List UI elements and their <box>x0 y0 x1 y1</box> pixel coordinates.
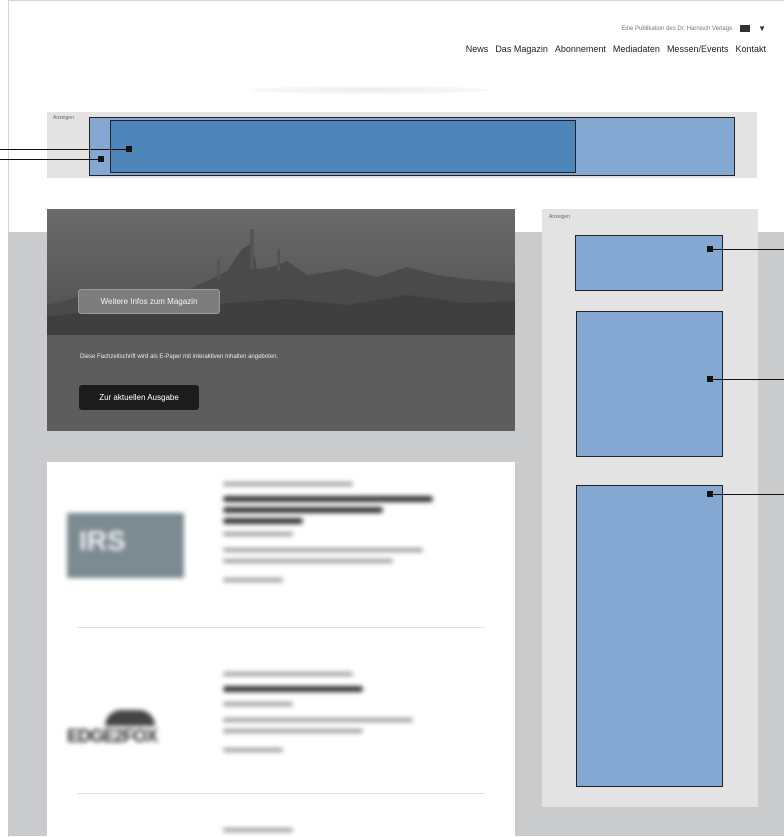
nav-item-messen-events[interactable]: Messen/Events <box>667 44 729 54</box>
nav-item-magazin[interactable]: Das Magazin <box>495 44 548 54</box>
article-thumbnail[interactable]: EDGE2FOX <box>67 702 199 752</box>
header-shadow <box>250 86 490 94</box>
ad-slot-inner[interactable] <box>110 120 576 173</box>
leader-line <box>710 379 784 380</box>
article-list: IRS EDGE2FOX <box>47 462 515 836</box>
article-text <box>223 828 293 832</box>
publisher-bar: Eine Publikation des Dr. Harnisch Verlag… <box>621 24 766 33</box>
publisher-note: Eine Publikation des Dr. Harnisch Verlag… <box>621 25 733 32</box>
flag-icon[interactable] <box>740 25 751 32</box>
divider <box>77 793 485 794</box>
leader-line <box>0 149 128 150</box>
magazine-hero: Weitere Infos zum Magazin Diese Fachzeit… <box>47 209 515 431</box>
article-thumbnail[interactable]: IRS <box>67 513 184 578</box>
sidebar-ad-area: Anzeigen <box>542 209 758 807</box>
leader-line <box>0 159 100 160</box>
chevron-down-icon[interactable]: ▼ <box>758 24 766 33</box>
ad-marker <box>126 146 132 152</box>
ad-label: Anzeigen <box>549 214 570 220</box>
leader-line <box>710 249 784 250</box>
main-nav: News Das Magazin Abonnement Mediadaten M… <box>466 44 766 54</box>
leader-line <box>710 494 784 495</box>
current-issue-button[interactable]: Zur aktuellen Ausgabe <box>79 385 199 410</box>
nav-item-mediadaten[interactable]: Mediadaten <box>613 44 660 54</box>
city-skyline-image <box>47 229 515 335</box>
hero-description: Diese Fachzeitschrift wird als E-Paper m… <box>80 354 279 360</box>
hero-image: Weitere Infos zum Magazin <box>47 209 515 335</box>
ad-slot-small[interactable] <box>575 235 723 291</box>
ad-slot-medium[interactable] <box>576 311 723 457</box>
nav-item-news[interactable]: News <box>466 44 489 54</box>
nav-item-abonnement[interactable]: Abonnement <box>555 44 606 54</box>
divider <box>77 627 485 628</box>
ad-slot-wide[interactable] <box>89 117 735 176</box>
ad-label: Anzeigen <box>53 115 74 121</box>
hero-info-panel <box>47 335 515 431</box>
top-ad-area: Anzeigen <box>47 112 757 178</box>
nav-item-kontakt[interactable]: Kontakt <box>735 44 766 54</box>
ad-slot-skyscraper[interactable] <box>576 485 723 787</box>
ad-marker <box>98 156 104 162</box>
more-info-button[interactable]: Weitere Infos zum Magazin <box>78 289 220 314</box>
